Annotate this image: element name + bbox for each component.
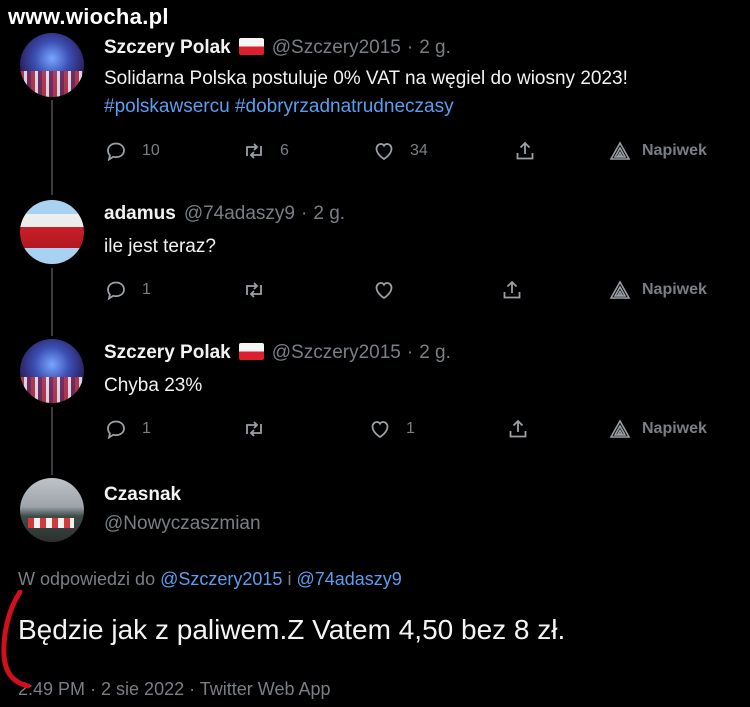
like-button[interactable]: 34	[372, 139, 428, 163]
tip-label: Napiwek	[642, 281, 707, 298]
tip-button[interactable]: Napiwek	[608, 139, 707, 163]
retweet-icon	[246, 143, 262, 159]
like-button[interactable]	[372, 278, 410, 302]
tweet-time[interactable]: 2 g.	[419, 37, 451, 58]
tweet-meta[interactable]: 2:49 PM · 2 sie 2022 · Twitter Web App	[18, 679, 331, 700]
share-button[interactable]	[513, 139, 537, 163]
reply-icon	[107, 420, 125, 440]
avatar[interactable]	[20, 478, 84, 542]
share-button[interactable]	[506, 417, 530, 441]
poland-flag-icon	[238, 343, 264, 360]
author-handle-row: @Nowyczaszmian	[104, 513, 261, 535]
reply-button[interactable]: 1	[104, 417, 151, 441]
like-count: 34	[410, 142, 428, 159]
avatar[interactable]	[20, 33, 84, 97]
reply-count: 1	[142, 420, 151, 437]
like-icon	[375, 282, 393, 300]
tip-button[interactable]: Napiwek	[608, 278, 707, 302]
reply-context: W odpowiedzi do @Szczery2015 i @74adaszy…	[18, 569, 402, 590]
author-handle[interactable]: @Nowyczaszmian	[104, 513, 261, 534]
separator-dot: ·	[406, 342, 414, 363]
retweet-button[interactable]	[242, 417, 280, 441]
separator-dot: ·	[406, 37, 414, 58]
reply-count: 10	[142, 142, 160, 159]
main-tweet-text: Będzie jak z paliwem.Z Vatem 4,50 bez 8 …	[18, 614, 566, 645]
tweet-header: Szczery Polak @Szczery2015 · 2 g.	[104, 342, 451, 364]
red-annotation-mark	[1, 590, 31, 689]
tweet-text: Solidarna Polska postuluje 0% VAT na węg…	[104, 68, 628, 89]
thread-line	[51, 407, 53, 475]
tweet-header: Czasnak	[104, 484, 181, 506]
share-icon	[509, 419, 527, 438]
tweet-time[interactable]: 2 g.	[419, 342, 451, 363]
tip-icon	[609, 280, 631, 299]
reply-button[interactable]: 1	[104, 278, 151, 302]
tip-icon	[609, 419, 631, 438]
author-name[interactable]: Czasnak	[104, 484, 181, 505]
thread-line	[51, 100, 53, 195]
tweet-actions: 10 6 34 Napiwek	[104, 139, 724, 165]
tweet-actions: 1 1 Napiwek	[104, 417, 724, 443]
author-handle[interactable]: @Szczery2015	[272, 37, 401, 58]
watermark: www.wiocha.pl	[8, 4, 169, 29]
tweet-time[interactable]: 2 g.	[313, 203, 345, 224]
tweet-text: ile jest teraz?	[104, 236, 216, 257]
avatar[interactable]	[20, 200, 84, 264]
mention-link[interactable]: @74adaszy9	[296, 569, 401, 589]
reply-button[interactable]: 10	[104, 139, 160, 163]
poland-flag-icon	[238, 38, 264, 55]
like-icon	[371, 421, 389, 439]
retweet-icon	[246, 282, 262, 298]
share-icon	[503, 280, 521, 299]
retweet-icon	[246, 421, 262, 437]
share-button[interactable]	[500, 278, 524, 302]
tip-label: Napiwek	[642, 420, 707, 437]
author-handle[interactable]: @74adaszy9	[184, 203, 295, 224]
tip-label: Napiwek	[642, 142, 707, 159]
like-icon	[375, 143, 393, 161]
retweet-button[interactable]	[242, 278, 280, 302]
retweet-count: 6	[280, 142, 289, 159]
tweet-text: Chyba 23%	[104, 375, 203, 396]
share-icon	[516, 141, 534, 160]
tweet-header: Szczery Polak @Szczery2015 · 2 g.	[104, 37, 451, 59]
reply-icon	[107, 281, 125, 301]
author-handle[interactable]: @Szczery2015	[272, 342, 401, 363]
like-count: 1	[406, 420, 415, 437]
mention-link[interactable]: @Szczery2015	[160, 569, 282, 589]
separator-dot: ·	[301, 203, 308, 224]
author-name[interactable]: Szczery Polak	[104, 37, 231, 58]
tweet-header: adamus @74adaszy9 · 2 g.	[104, 203, 345, 225]
thread-line	[51, 268, 53, 336]
retweet-button[interactable]: 6	[242, 139, 289, 163]
reply-prefix: W odpowiedzi do	[18, 569, 156, 589]
tip-icon	[609, 141, 631, 160]
reply-count: 1	[142, 281, 151, 298]
like-button[interactable]: 1	[368, 417, 415, 441]
author-name[interactable]: adamus	[104, 203, 176, 224]
reply-icon	[107, 142, 125, 162]
tweet-hashtags[interactable]: #polskawsercu #dobryrzadnatrudneczasy	[104, 96, 454, 118]
author-name[interactable]: Szczery Polak	[104, 342, 231, 363]
tip-button[interactable]: Napiwek	[608, 417, 707, 441]
tweet-actions: 1 Napiwek	[104, 278, 724, 304]
avatar[interactable]	[20, 339, 84, 403]
reply-joiner: i	[287, 569, 292, 589]
